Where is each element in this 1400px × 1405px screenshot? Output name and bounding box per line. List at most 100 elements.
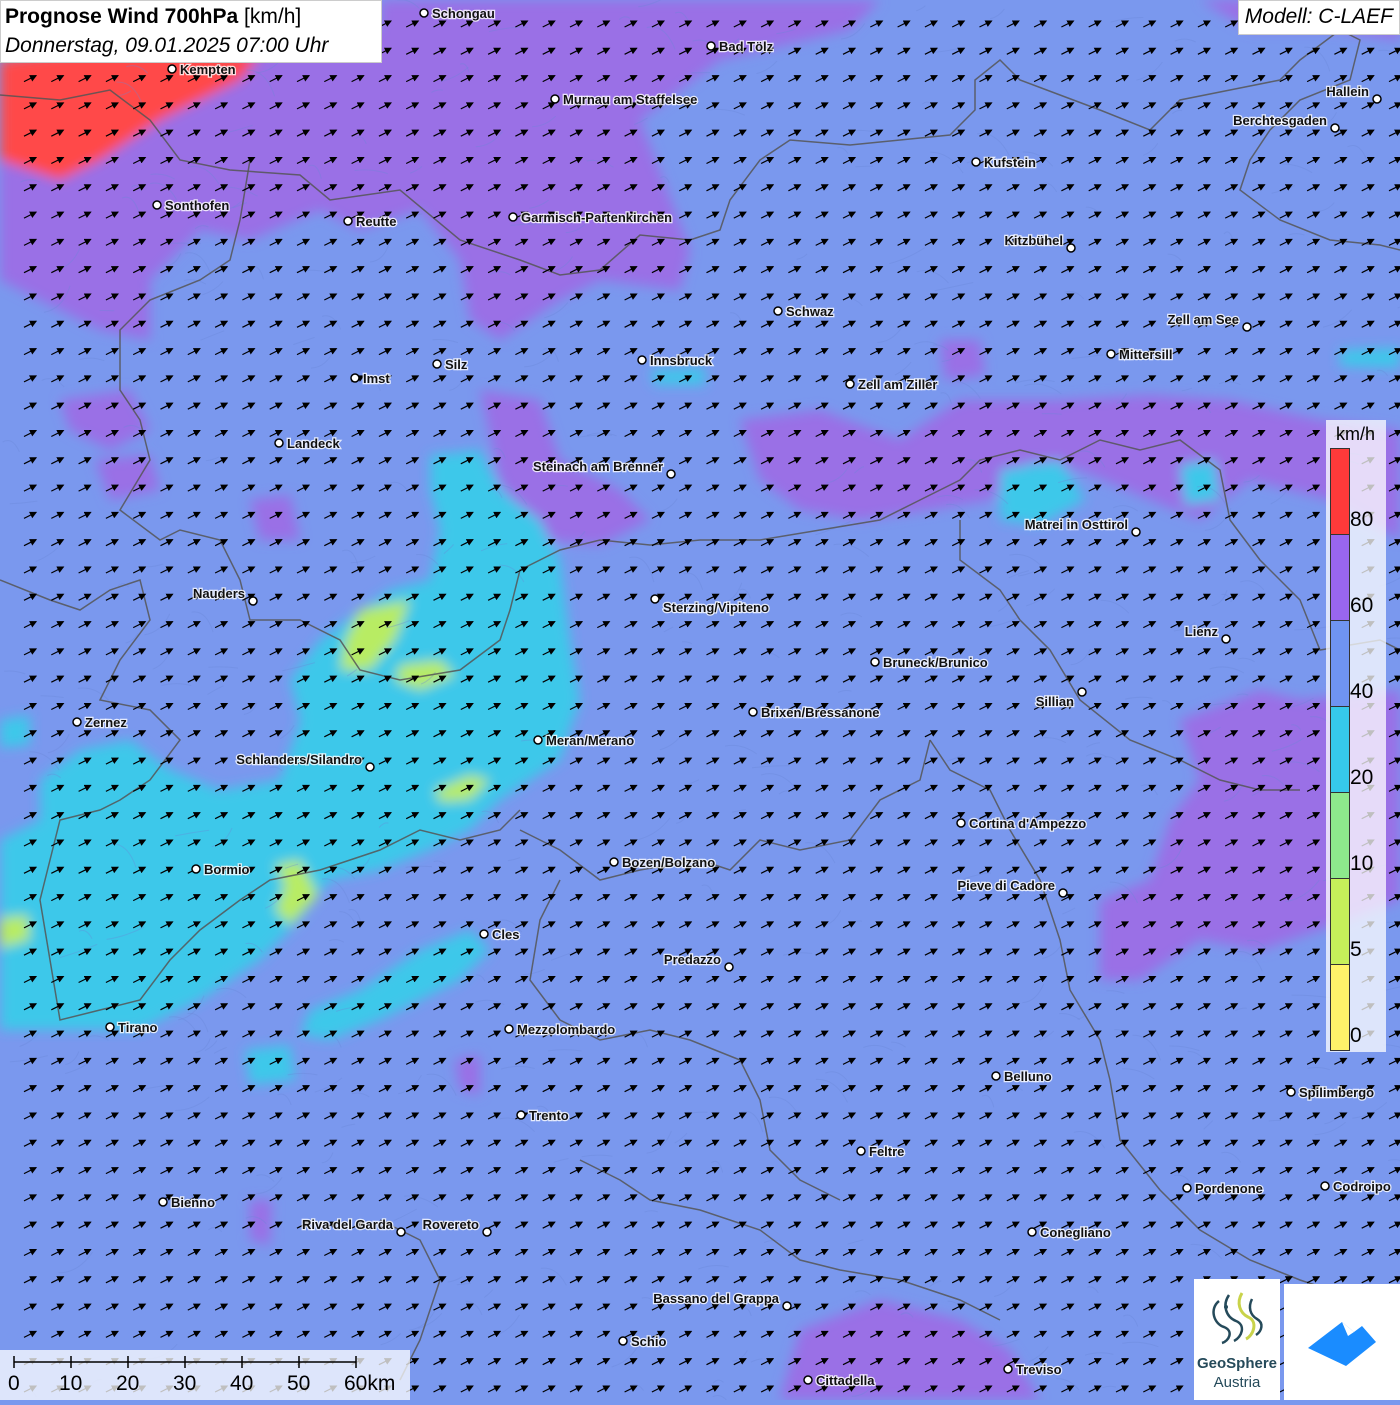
legend-label: 80 xyxy=(1350,508,1373,532)
place-dot xyxy=(1321,1182,1329,1190)
scale-label: 30 xyxy=(173,1372,196,1396)
place-dot xyxy=(1243,323,1251,331)
place-dot xyxy=(972,158,980,166)
place-dot xyxy=(1287,1088,1295,1096)
wind-map: SchongauBad TölzKemptenMurnau am Staffel… xyxy=(0,0,1400,1400)
geosphere-logo-text: GeoSphere xyxy=(1194,1355,1280,1372)
legend-swatch xyxy=(1330,792,1350,879)
legend-swatch xyxy=(1330,878,1350,965)
place-dot xyxy=(774,307,782,315)
title-panel: Prognose Wind 700hPa [km/h] Donnerstag, … xyxy=(0,0,382,63)
place-label: Tirano xyxy=(118,1020,158,1035)
scale-label: 10 xyxy=(59,1372,82,1396)
legend-label: 60 xyxy=(1350,594,1373,618)
place-label: Rovereto xyxy=(423,1217,479,1232)
legend-label: 10 xyxy=(1350,852,1373,876)
legend-unit: km/h xyxy=(1336,424,1375,445)
place-dot xyxy=(1373,95,1381,103)
place-label: Garmisch-Partenkirchen xyxy=(521,210,672,225)
place-dot xyxy=(1222,635,1230,643)
place-label: Belluno xyxy=(1004,1069,1052,1084)
place-label: Matrei in Osttirol xyxy=(1025,517,1128,532)
place-dot xyxy=(667,470,675,478)
place-label: Schio xyxy=(631,1334,666,1349)
place-label: Bormio xyxy=(204,862,250,877)
place-label: Brixen/Bressanone xyxy=(761,705,880,720)
place-label: Berchtesgaden xyxy=(1233,113,1327,128)
place-dot xyxy=(106,1023,114,1031)
place-dot xyxy=(159,1198,167,1206)
place-dot xyxy=(749,708,757,716)
area-20-40 xyxy=(650,368,705,385)
place-label: Mezzolombardo xyxy=(517,1022,615,1037)
place-label: Bozen/Bolzano xyxy=(622,855,715,870)
place-label: Zernez xyxy=(85,715,127,730)
legend-swatch xyxy=(1330,620,1350,707)
place-dot xyxy=(783,1302,791,1310)
place-dot xyxy=(1107,350,1115,358)
place-dot xyxy=(275,439,283,447)
place-label: Bad Tölz xyxy=(719,39,774,54)
place-label: Cortina d'Ampezzo xyxy=(969,816,1086,831)
place-dot xyxy=(509,213,517,221)
place-label: Zell am Ziller xyxy=(858,377,937,392)
place-dot xyxy=(725,963,733,971)
place-label: Bruneck/Brunico xyxy=(883,655,988,670)
place-dot xyxy=(610,858,618,866)
place-dot xyxy=(397,1228,405,1236)
place-dot xyxy=(168,65,176,73)
place-label: Cles xyxy=(492,927,519,942)
place-dot xyxy=(517,1111,525,1119)
place-dot xyxy=(804,1376,812,1384)
place-label: Bienno xyxy=(171,1195,215,1210)
place-dot xyxy=(1132,528,1140,536)
place-label: Imst xyxy=(363,371,390,386)
place-dot xyxy=(73,718,81,726)
legend-swatch xyxy=(1330,706,1350,793)
place-dot xyxy=(619,1337,627,1345)
place-label: Murnau am Staffelsee xyxy=(563,92,697,107)
place-dot xyxy=(1183,1184,1191,1192)
scale-label: 20 xyxy=(116,1372,139,1396)
place-dot xyxy=(483,1228,491,1236)
place-label: Bassano del Grappa xyxy=(653,1291,779,1306)
place-label: Meran/Merano xyxy=(546,733,634,748)
legend-swatch xyxy=(1330,448,1350,535)
app-logo-icon xyxy=(1284,1284,1400,1400)
place-dot xyxy=(534,736,542,744)
place-dot xyxy=(1067,244,1075,252)
place-label: Mittersill xyxy=(1119,347,1172,362)
place-dot xyxy=(992,1072,1000,1080)
place-dot xyxy=(1004,1365,1012,1373)
place-label: Kempten xyxy=(180,62,236,77)
place-dot xyxy=(957,819,965,827)
weather-app-logo[interactable] xyxy=(1284,1284,1400,1400)
forecast-datetime: Donnerstag, 09.01.2025 07:00 Uhr xyxy=(5,34,328,58)
place-label: Riva del Garda xyxy=(302,1217,394,1232)
title-main: Prognose Wind 700hPa xyxy=(5,5,238,28)
place-label: Steinach am Brenner xyxy=(533,459,663,474)
place-label: Innsbruck xyxy=(650,353,713,368)
place-label: Feltre xyxy=(869,1144,904,1159)
place-label: Spilimbergo xyxy=(1299,1085,1374,1100)
place-dot xyxy=(153,201,161,209)
place-label: Schwaz xyxy=(786,304,834,319)
legend-label: 20 xyxy=(1350,766,1373,790)
geosphere-logo-icon xyxy=(1194,1279,1280,1355)
place-label: Treviso xyxy=(1016,1362,1062,1377)
place-dot xyxy=(249,597,257,605)
place-dot xyxy=(420,9,428,17)
place-label: Sterzing/Vipiteno xyxy=(663,600,769,615)
place-label: Codroipo xyxy=(1333,1179,1391,1194)
place-label: Zell am See xyxy=(1167,312,1239,327)
place-dot xyxy=(1028,1228,1036,1236)
place-dot xyxy=(505,1025,513,1033)
place-label: Sillian xyxy=(1036,694,1074,709)
place-label: Silz xyxy=(445,357,468,372)
place-label: Nauders xyxy=(193,586,245,601)
place-dot xyxy=(344,217,352,225)
legend-label: 40 xyxy=(1350,680,1373,704)
geosphere-austria-logo[interactable]: GeoSphere Austria xyxy=(1194,1279,1280,1400)
place-label: Kufstein xyxy=(984,155,1036,170)
place-label: Pordenone xyxy=(1195,1181,1263,1196)
